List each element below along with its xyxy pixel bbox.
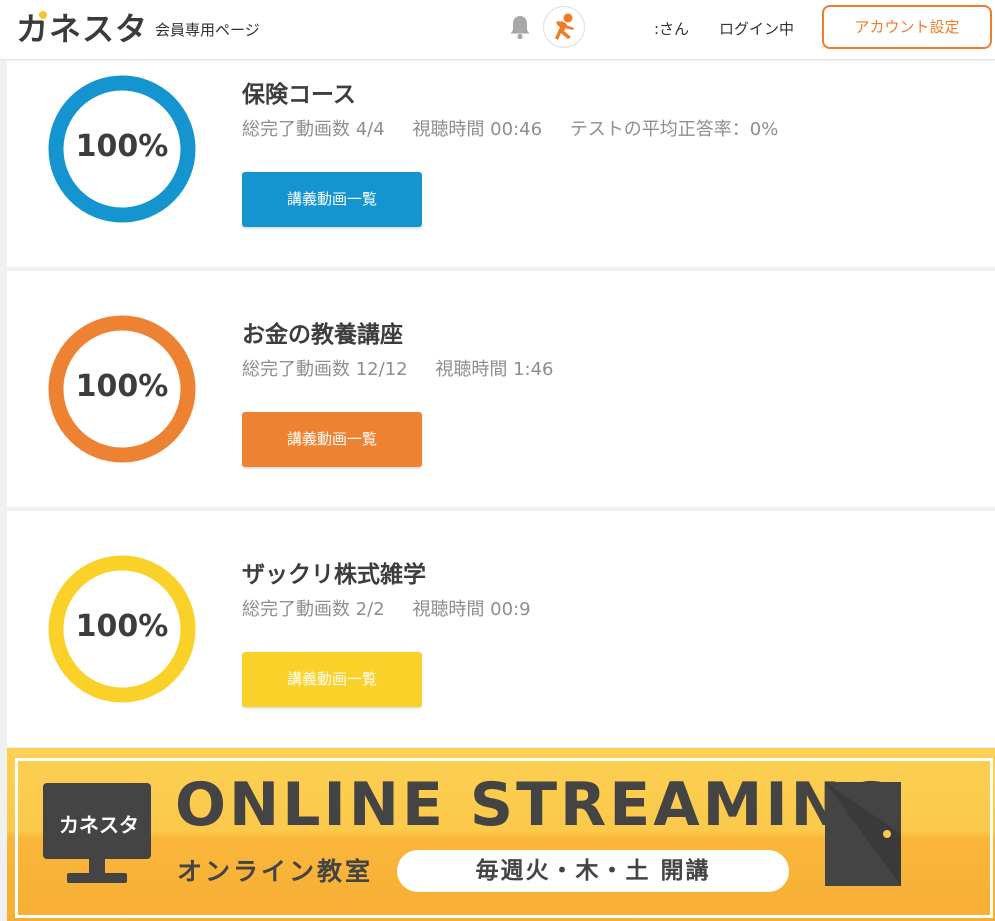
course-card: 100% 保険コース 総完了動画数 4/4 視聴時間 00:46 テストの平均正… <box>7 61 995 267</box>
login-status: ログイン中 <box>719 20 795 38</box>
logo-dot <box>39 11 47 19</box>
course-card: 100% お金の教養講座 総完了動画数 12/12 視聴時間 1:46 講義動画… <box>7 271 995 507</box>
course-card: 100% ザックリ株式雑学 総完了動画数 2/2 視聴時間 00:9 講義動画一… <box>7 511 995 747</box>
course-title: お金の教養講座 <box>242 322 403 348</box>
watch-time: 視聴時間 00:9 <box>412 599 531 620</box>
schedule-pill: 毎週火・木・土 開講 <box>397 850 789 892</box>
lecture-video-list-button[interactable]: 講義動画一覧 <box>242 172 422 227</box>
watch-time: 視聴時間 1:46 <box>435 359 554 380</box>
banner-subtitle: オンライン教室 <box>177 857 374 886</box>
course-stats: 総完了動画数 12/12 視聴時間 1:46 <box>242 355 576 381</box>
user-name: :さん <box>654 20 690 38</box>
watch-time: 視聴時間 00:46 <box>412 119 543 140</box>
lecture-video-list-button[interactable]: 講義動画一覧 <box>242 412 422 467</box>
account-settings-button[interactable]: アカウント設定 <box>822 5 992 49</box>
completed-videos: 総完了動画数 4/4 <box>242 119 385 140</box>
test-average-rate: テストの平均正答率：0% <box>569 119 779 140</box>
completed-videos: 総完了動画数 2/2 <box>242 599 385 620</box>
online-streaming-banner[interactable]: カネスタ ONLINE STREAMING オンライン教室 毎週火・木・土 開講 <box>7 748 995 921</box>
progress-percent: 100% <box>75 369 169 404</box>
avatar[interactable] <box>543 6 585 48</box>
completed-videos: 総完了動画数 12/12 <box>242 359 408 380</box>
avatar-figure-icon <box>555 13 574 40</box>
progress-percent: 100% <box>75 129 169 164</box>
progress-percent: 100% <box>75 609 169 644</box>
door-icon <box>825 782 901 886</box>
page-subtitle: 会員専用ページ <box>155 21 260 39</box>
course-title: 保険コース <box>242 82 356 108</box>
course-title: ザックリ株式雑学 <box>242 562 426 588</box>
site-logo[interactable]: カネスタ <box>16 9 148 49</box>
lecture-video-list-button[interactable]: 講義動画一覧 <box>242 652 422 707</box>
course-stats: 総完了動画数 4/4 視聴時間 00:46 テストの平均正答率：0% <box>242 115 800 141</box>
banner-title: ONLINE STREAMING <box>175 770 897 840</box>
banner-logo: カネスタ <box>59 813 139 837</box>
bell-icon[interactable] <box>508 14 532 40</box>
course-stats: 総完了動画数 2/2 視聴時間 00:9 <box>242 595 553 621</box>
top-header: カネスタ 会員専用ページ :さん ログイン中 アカウント設定 <box>0 0 995 60</box>
